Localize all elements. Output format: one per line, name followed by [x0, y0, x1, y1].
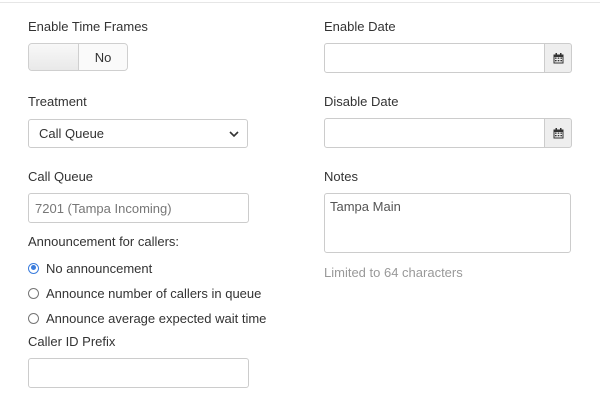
enable-date-label: Enable Date [324, 19, 396, 34]
radio-announce-wait-time[interactable]: Announce average expected wait time [28, 309, 266, 327]
radio-button[interactable] [28, 312, 39, 324]
time-frame-form: Enable Time Frames No Treatment Call Que… [0, 0, 600, 405]
enable-date-input[interactable] [324, 43, 545, 73]
radio-label: Announce average expected wait time [46, 310, 267, 326]
enable-time-frames-label: Enable Time Frames [28, 19, 148, 34]
disable-date-group [324, 118, 572, 148]
enable-time-frames-toggle[interactable]: No [28, 43, 128, 71]
chevron-down-icon [229, 131, 239, 138]
disable-date-label: Disable Date [324, 94, 399, 109]
treatment-label: Treatment [28, 94, 87, 109]
notes-character-limit-hint: Limited to 64 characters [324, 265, 463, 280]
top-divider [0, 2, 600, 3]
radio-button[interactable] [28, 287, 39, 299]
radio-button-checked[interactable] [28, 262, 39, 274]
disable-date-calendar-button[interactable] [544, 118, 572, 148]
caller-id-prefix-label: Caller ID Prefix [28, 334, 116, 349]
announcement-label: Announcement for callers: [28, 234, 180, 249]
call-queue-input[interactable] [28, 193, 249, 223]
toggle-knob [29, 44, 79, 70]
treatment-select[interactable]: Call Queue [28, 119, 248, 148]
radio-label: No announcement [46, 260, 153, 276]
toggle-state-text: No [79, 44, 127, 70]
notes-label: Notes [324, 169, 358, 184]
call-queue-label: Call Queue [28, 169, 94, 184]
notes-textarea[interactable]: Tampa Main [324, 193, 571, 253]
enable-date-group [324, 43, 572, 73]
calendar-icon [553, 127, 563, 138]
calendar-icon [553, 52, 563, 63]
radio-announce-callers-in-queue[interactable]: Announce number of callers in queue [28, 284, 261, 302]
treatment-selected-value: Call Queue [39, 126, 105, 141]
enable-date-calendar-button[interactable] [544, 43, 572, 73]
radio-label: Announce number of callers in queue [46, 285, 262, 301]
caller-id-prefix-input[interactable] [28, 358, 249, 388]
disable-date-input[interactable] [324, 118, 545, 148]
radio-no-announcement[interactable]: No announcement [28, 259, 152, 277]
